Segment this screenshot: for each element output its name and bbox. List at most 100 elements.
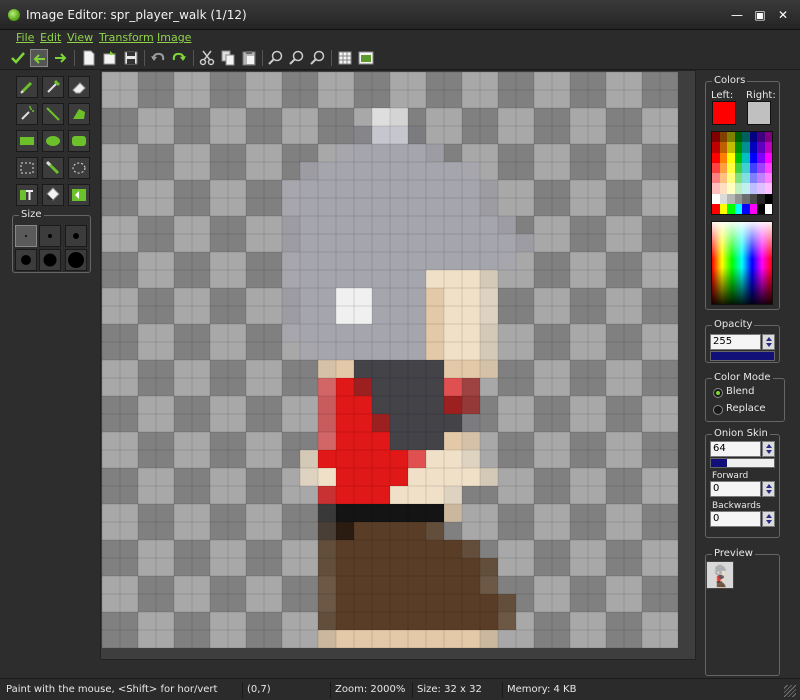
check-icon[interactable] bbox=[9, 49, 27, 67]
palette-swatch[interactable] bbox=[734, 203, 742, 214]
opacity-field[interactable]: 255 bbox=[710, 334, 761, 350]
copy-icon[interactable] bbox=[219, 49, 237, 67]
color-picker-tool-icon[interactable] bbox=[42, 76, 64, 98]
palette-swatch[interactable] bbox=[719, 203, 727, 214]
fill-tool-icon[interactable] bbox=[42, 184, 64, 206]
eraser-tool-icon[interactable] bbox=[68, 76, 90, 98]
drawing-canvas[interactable] bbox=[102, 72, 678, 648]
palette-swatch[interactable] bbox=[764, 162, 772, 173]
palette-swatch[interactable] bbox=[749, 203, 757, 214]
palette-swatch[interactable] bbox=[727, 183, 735, 194]
palette-swatch[interactable] bbox=[712, 183, 720, 194]
line-tool-icon[interactable] bbox=[42, 103, 64, 125]
palette-swatch[interactable] bbox=[742, 162, 750, 173]
rectangle-tool-icon[interactable] bbox=[16, 130, 38, 152]
palette-swatch[interactable] bbox=[727, 162, 735, 173]
palette-swatch[interactable] bbox=[719, 142, 727, 153]
brush-size-3[interactable] bbox=[65, 225, 87, 247]
palette-swatch[interactable] bbox=[764, 173, 772, 184]
magic-wand-tool-icon[interactable] bbox=[42, 157, 64, 179]
ellipse-tool-icon[interactable] bbox=[42, 130, 64, 152]
blend-radio[interactable] bbox=[713, 388, 723, 398]
grid-icon[interactable] bbox=[336, 49, 354, 67]
palette-swatch[interactable] bbox=[757, 193, 765, 204]
rounded-rect-tool-icon[interactable] bbox=[68, 130, 90, 152]
palette-swatch[interactable] bbox=[749, 142, 757, 153]
onion-skin-field[interactable]: 64 bbox=[710, 441, 761, 457]
resize-grip[interactable] bbox=[784, 685, 796, 697]
palette-swatch[interactable] bbox=[719, 193, 727, 204]
replace-color-tool-icon[interactable] bbox=[68, 184, 90, 206]
palette-swatch[interactable] bbox=[727, 152, 735, 163]
palette-swatch[interactable] bbox=[734, 173, 742, 184]
minimize-button[interactable]: — bbox=[727, 8, 747, 24]
redo-icon[interactable] bbox=[170, 49, 188, 67]
palette-swatch[interactable] bbox=[757, 183, 765, 194]
palette-swatch[interactable] bbox=[757, 203, 765, 214]
palette-swatch[interactable] bbox=[742, 152, 750, 163]
palette-swatch[interactable] bbox=[712, 162, 720, 173]
palette-swatch[interactable] bbox=[742, 183, 750, 194]
palette-swatch[interactable] bbox=[719, 173, 727, 184]
polygon-tool-icon[interactable] bbox=[68, 103, 90, 125]
new-icon[interactable] bbox=[80, 49, 98, 67]
maximize-button[interactable]: ▣ bbox=[750, 8, 770, 24]
palette-swatch[interactable] bbox=[749, 152, 757, 163]
brush-size-4[interactable] bbox=[15, 249, 37, 271]
palette-swatch[interactable] bbox=[727, 132, 735, 143]
text-tool-icon[interactable] bbox=[16, 184, 38, 206]
palette-swatch[interactable] bbox=[727, 203, 735, 214]
palette-swatch[interactable] bbox=[734, 162, 742, 173]
palette-swatch[interactable] bbox=[757, 152, 765, 163]
palette-swatch[interactable] bbox=[719, 183, 727, 194]
palette-swatch[interactable] bbox=[757, 173, 765, 184]
palette-swatch[interactable] bbox=[719, 132, 727, 143]
palette-swatch[interactable] bbox=[712, 142, 720, 153]
onion-skin-spinner[interactable] bbox=[762, 441, 775, 457]
palette-swatch[interactable] bbox=[749, 132, 757, 143]
select-rect-tool-icon[interactable] bbox=[16, 157, 38, 179]
palette-swatch[interactable] bbox=[749, 183, 757, 194]
palette-swatch[interactable] bbox=[749, 193, 757, 204]
palette-swatch[interactable] bbox=[734, 132, 742, 143]
menu-transform[interactable]: Transform bbox=[99, 31, 154, 44]
forward-field[interactable]: 0 bbox=[710, 481, 761, 497]
paste-icon[interactable] bbox=[240, 49, 258, 67]
left-color-swatch[interactable] bbox=[712, 101, 736, 125]
palette-swatch[interactable] bbox=[734, 193, 742, 204]
palette-swatch[interactable] bbox=[712, 132, 720, 143]
brush-size-5[interactable] bbox=[39, 249, 61, 271]
palette-swatch[interactable] bbox=[764, 142, 772, 153]
palette-swatch[interactable] bbox=[757, 132, 765, 143]
color-spectrum[interactable] bbox=[711, 221, 773, 305]
palette-swatch[interactable] bbox=[757, 162, 765, 173]
brush-size-6[interactable] bbox=[65, 249, 87, 271]
palette-swatch[interactable] bbox=[719, 162, 727, 173]
opacity-spinner[interactable] bbox=[762, 334, 775, 350]
palette-swatch[interactable] bbox=[742, 193, 750, 204]
zoom-out-icon[interactable] bbox=[309, 49, 327, 67]
menu-view[interactable]: View bbox=[67, 31, 93, 44]
palette-swatch[interactable] bbox=[712, 173, 720, 184]
palette-swatch[interactable] bbox=[742, 132, 750, 143]
palette-swatch[interactable] bbox=[719, 152, 727, 163]
palette-swatch[interactable] bbox=[764, 183, 772, 194]
palette-swatch[interactable] bbox=[734, 152, 742, 163]
redo-green-icon[interactable] bbox=[51, 49, 69, 67]
palette-swatch[interactable] bbox=[757, 142, 765, 153]
palette-swatch[interactable] bbox=[734, 142, 742, 153]
menu-edit[interactable]: Edit bbox=[40, 31, 61, 44]
color-palette[interactable] bbox=[711, 131, 773, 215]
palette-swatch[interactable] bbox=[727, 173, 735, 184]
save-icon[interactable] bbox=[122, 49, 140, 67]
pencil-tool-icon[interactable] bbox=[16, 76, 38, 98]
palette-swatch[interactable] bbox=[749, 173, 757, 184]
palette-swatch[interactable] bbox=[727, 193, 735, 204]
palette-swatch[interactable] bbox=[764, 152, 772, 163]
palette-swatch[interactable] bbox=[712, 193, 720, 204]
backwards-spinner[interactable] bbox=[762, 511, 775, 527]
palette-swatch[interactable] bbox=[742, 173, 750, 184]
cut-icon[interactable] bbox=[198, 49, 216, 67]
spray-tool-icon[interactable] bbox=[16, 103, 38, 125]
palette-swatch[interactable] bbox=[764, 193, 772, 204]
